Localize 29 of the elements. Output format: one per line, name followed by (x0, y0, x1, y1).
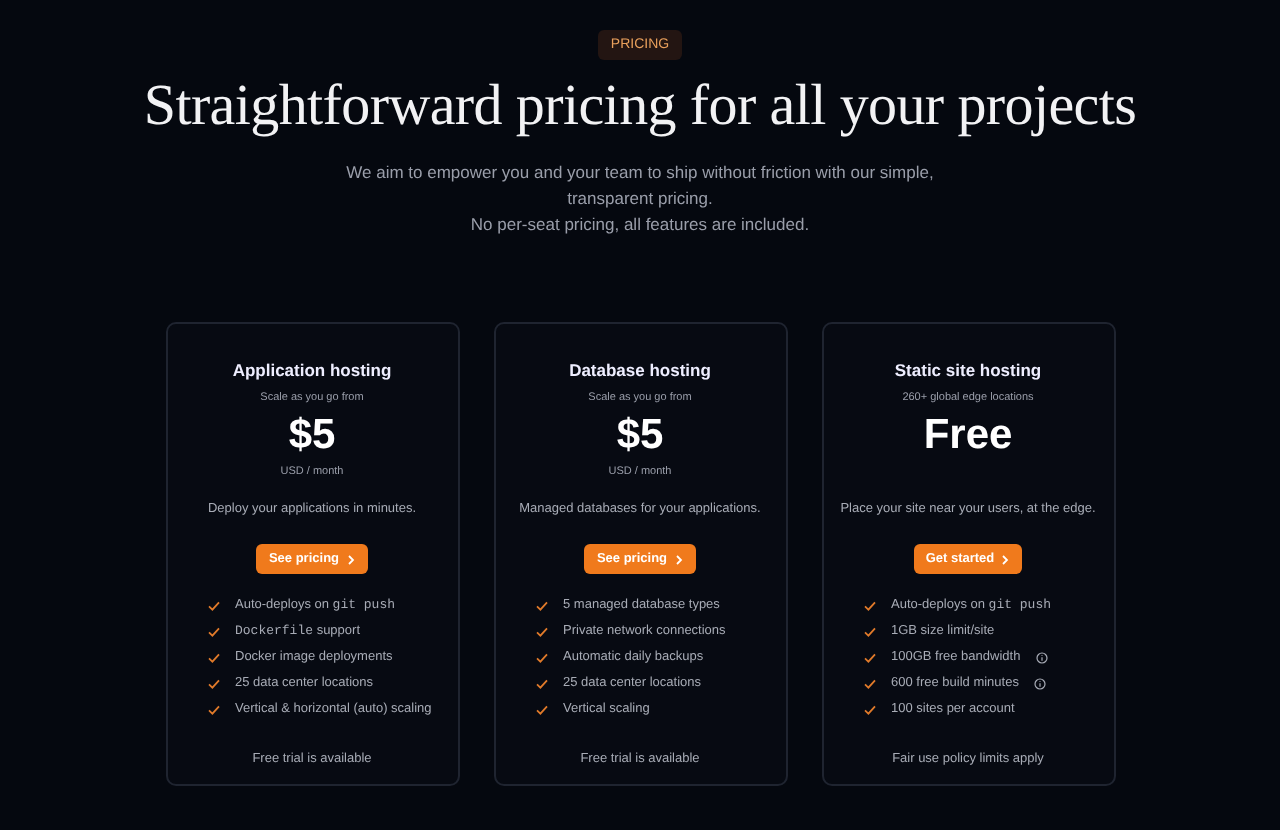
chevron-right-icon (1000, 553, 1011, 565)
check-icon (535, 677, 547, 689)
chevron-right-icon (673, 553, 684, 565)
plan-price: $5 (288, 412, 336, 460)
check-icon (863, 599, 875, 611)
info-icon[interactable] (1034, 677, 1047, 689)
check-icon (207, 677, 219, 689)
check-icon (535, 651, 547, 663)
check-icon (863, 651, 875, 663)
check-icon (535, 625, 547, 637)
intro-text: No per-seat pricing, all features are included. (468, 212, 812, 238)
plan-price: Free (923, 412, 1013, 460)
intro-text: We aim to empower you and your team to ship without friction with our simple, transparent pricing. (344, 160, 936, 212)
check-icon (535, 599, 547, 611)
check-icon (535, 703, 547, 715)
plan-price: $5 (616, 412, 664, 460)
check-icon (207, 599, 219, 611)
info-icon[interactable] (1036, 651, 1049, 663)
check-icon (863, 625, 875, 637)
check-icon (207, 625, 219, 637)
plan-name: Database hosting (569, 360, 711, 380)
check-icon (207, 703, 219, 715)
chevron-right-icon (345, 553, 356, 565)
page-title: Straightforward pricing for all your projects (143, 74, 1137, 140)
plan-name: Static site hosting (894, 360, 1042, 380)
check-icon (207, 651, 219, 663)
check-icon (863, 677, 875, 689)
plan-name: Application hosting (232, 360, 392, 380)
check-icon (863, 703, 875, 715)
